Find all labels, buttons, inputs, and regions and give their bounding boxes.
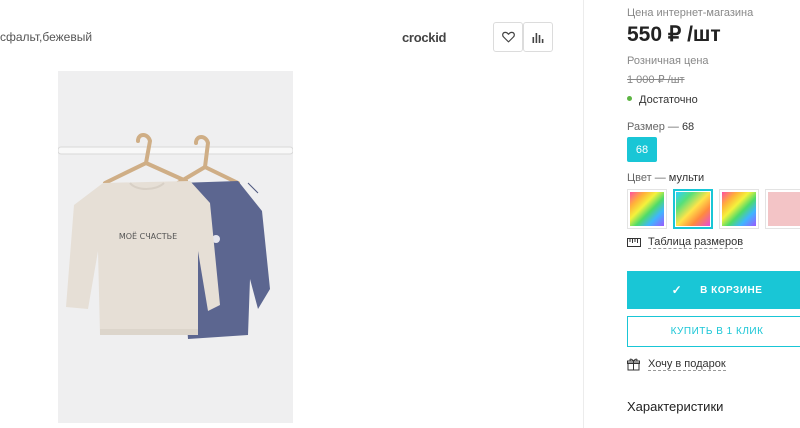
favorite-button[interactable] bbox=[493, 22, 523, 52]
shirt-print-text: МОЁ СЧАСТЬЕ bbox=[119, 231, 177, 241]
stock-status: Достаточно bbox=[627, 94, 698, 106]
gift-link[interactable]: Хочу в подарок bbox=[627, 358, 726, 371]
size-table-label: Таблица размеров bbox=[648, 236, 744, 249]
price: 550 ₽ /шт bbox=[627, 23, 721, 46]
color-swatch-1[interactable] bbox=[627, 189, 667, 229]
brand-name: crockid bbox=[402, 30, 447, 45]
ruler-icon bbox=[627, 238, 641, 247]
stock-text: Достаточно bbox=[639, 94, 698, 106]
size-dash: — bbox=[667, 121, 679, 133]
in-cart-label: В КОРЗИНЕ bbox=[700, 284, 763, 296]
color-swatch-4[interactable] bbox=[765, 189, 800, 229]
color-dash: — bbox=[654, 172, 666, 184]
product-photo[interactable]: МОЁ СЧАСТЬЕ bbox=[58, 71, 293, 423]
size-value: 68 bbox=[681, 121, 695, 133]
retail-price-label: Розничная цена bbox=[627, 55, 709, 67]
size-line: Размер — 68 bbox=[627, 121, 694, 133]
color-swatch-3[interactable] bbox=[719, 189, 759, 229]
size-label: Размер bbox=[627, 121, 665, 133]
buy-one-click-button[interactable]: КУПИТЬ В 1 КЛИК bbox=[627, 316, 800, 347]
stock-dot-icon bbox=[627, 96, 632, 101]
product-subtitle: сфальт,бежевый bbox=[0, 30, 93, 44]
color-line: Цвет — мульти bbox=[627, 172, 704, 184]
size-option-68[interactable]: 68 bbox=[627, 137, 657, 162]
in-cart-button[interactable]: ✓ В КОРЗИНЕ bbox=[627, 271, 800, 309]
size-table-link[interactable]: Таблица размеров bbox=[627, 236, 744, 249]
color-swatch-2[interactable] bbox=[673, 189, 713, 229]
brand-logo[interactable]: crockid bbox=[402, 30, 446, 45]
retail-price: 1 000 ₽ /шт bbox=[627, 74, 685, 86]
compare-button[interactable] bbox=[523, 22, 553, 52]
gift-label: Хочу в подарок bbox=[648, 358, 726, 371]
product-image: МОЁ СЧАСТЬЕ bbox=[58, 71, 293, 423]
color-label: Цвет bbox=[627, 172, 652, 184]
specs-heading[interactable]: Характеристики bbox=[627, 399, 723, 414]
online-price-label: Цена интернет-магазина bbox=[627, 7, 754, 19]
column-divider bbox=[583, 0, 584, 428]
color-value: мульти bbox=[668, 172, 705, 184]
bar-chart-icon bbox=[532, 33, 544, 43]
gift-icon bbox=[627, 358, 640, 371]
heart-icon bbox=[501, 31, 515, 43]
check-icon: ✓ bbox=[671, 283, 683, 297]
